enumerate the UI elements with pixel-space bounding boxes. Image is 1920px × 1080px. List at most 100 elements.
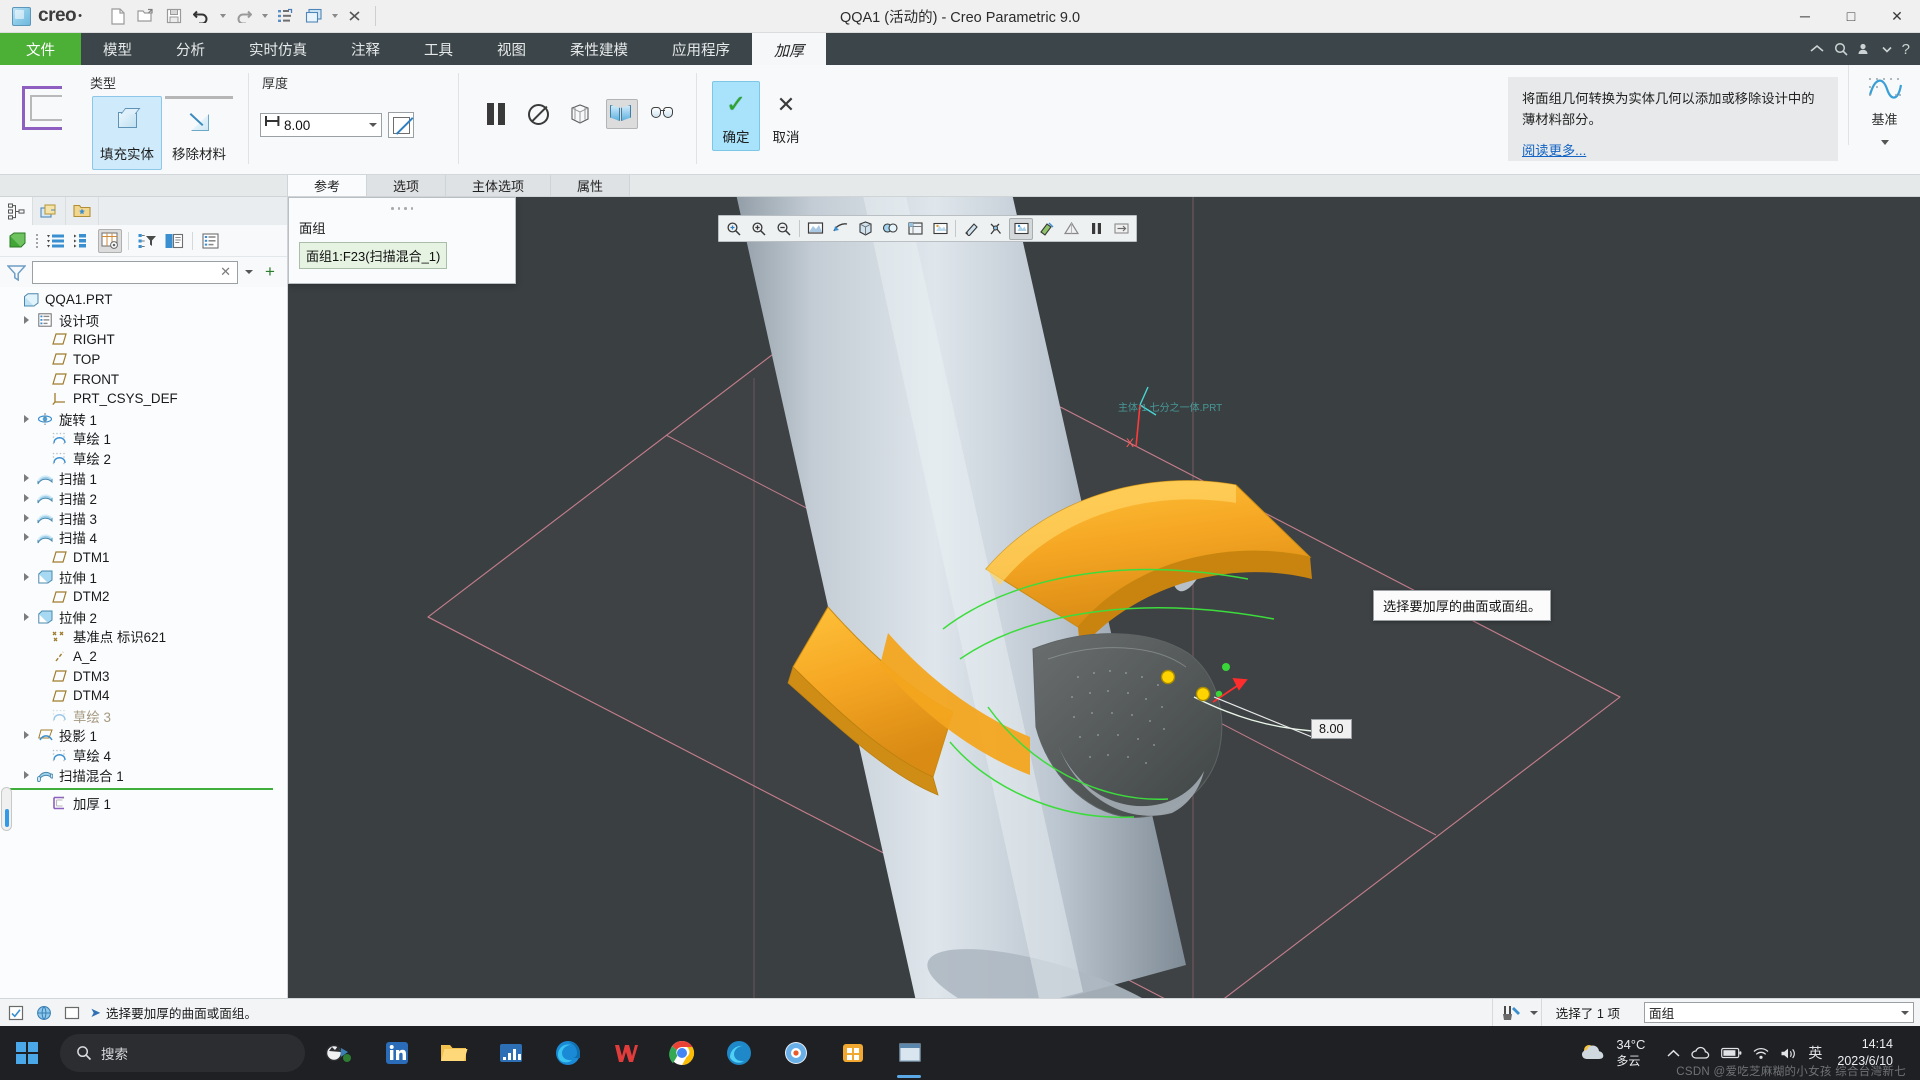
view-orientation-button[interactable] [828,218,852,240]
tree-filters-button[interactable] [135,229,159,253]
window-icon[interactable] [62,1003,82,1023]
thickness-dimension-badge[interactable]: 8.00 [1311,719,1352,739]
tree-item[interactable]: 扫描 3 [0,508,287,528]
tree-expand-arrow[interactable] [18,612,35,621]
spin-center-button[interactable] [1009,217,1033,240]
selected-reference-item[interactable]: 面组1:F23(扫描混合_1) [299,241,448,269]
tree-expand-arrow[interactable] [18,493,35,502]
tree-item[interactable]: DTM4 [0,686,287,706]
expand-all-button[interactable] [44,229,68,253]
tree-expand-arrow[interactable] [18,513,35,522]
taskbar-clock[interactable]: 14:14 2023/6/10 [1833,1036,1903,1070]
tree-item[interactable]: 扫描 4 [0,528,287,548]
linkedin-icon[interactable] [368,1026,425,1080]
dashboard-tab-body-options[interactable]: 主体选项 [446,175,552,196]
read-more-link[interactable]: 阅读更多... [1522,141,1586,162]
ribbon-tab-view[interactable]: 视图 [475,33,548,65]
selection-tool-icon[interactable] [1491,998,1527,1027]
window-switch-button[interactable] [300,4,327,29]
tree-expand-arrow[interactable] [18,731,35,740]
tray-expand-icon[interactable] [1667,1049,1680,1058]
wireframe-preview-button[interactable] [564,99,596,129]
tree-expand-arrow[interactable] [18,533,35,542]
tree-item[interactable]: DTM1 [0,547,287,567]
dashboard-tab-properties[interactable]: 属性 [551,175,631,196]
no-preview-button[interactable] [522,99,554,129]
remove-material-button[interactable]: 移除材料 [164,96,234,170]
copy-tree-button[interactable] [162,229,186,253]
taskview-icon[interactable] [311,1026,368,1080]
regen-status-icon[interactable] [6,1003,26,1023]
selection-tool-caret[interactable] [1527,999,1541,1027]
3d-viewport[interactable]: X 主体-1 七分之一体.PRT 面组 面组1:F23(扫描混合_1) 选择要加… [288,197,1920,998]
edge-icon[interactable] [539,1026,596,1080]
collapse-ribbon-icon[interactable] [1810,44,1824,54]
glasses-preview-button[interactable] [648,99,680,129]
tree-item[interactable]: 拉伸 2 [0,607,287,627]
tree-expand-arrow[interactable] [18,573,35,582]
ribbon-tab-live-simulation[interactable]: 实时仿真 [227,33,329,65]
model-tree-tab[interactable] [0,197,33,225]
battery-icon[interactable] [1721,1047,1742,1059]
volume-icon[interactable] [1780,1047,1797,1060]
thickness-dropdown-caret[interactable] [365,114,381,136]
edge-dev-icon[interactable] [710,1026,767,1080]
layer-display-button[interactable] [903,218,927,240]
ribbon-tab-applications[interactable]: 应用程序 [650,33,752,65]
popup-grip-handle[interactable] [299,204,505,218]
add-filter-icon[interactable]: + [260,261,280,283]
display-style-button[interactable] [878,218,902,240]
tree-item[interactable]: RIGHT [0,330,287,350]
flip-direction-button[interactable] [388,112,414,138]
taskbar-search[interactable]: 搜索 [60,1034,305,1072]
annotation-display-button[interactable] [984,218,1008,240]
datum-dropdown-caret[interactable] [1880,140,1889,145]
tree-item[interactable]: 拉伸 1 [0,567,287,587]
notification-center-button[interactable] [1903,1033,1912,1073]
dashboard-tab-references[interactable]: 参考 [288,175,368,196]
onedrive-icon[interactable] [1691,1046,1710,1060]
confirm-button[interactable]: ✓ 确定 [712,81,760,151]
new-file-button[interactable] [104,4,131,29]
references-popup[interactable]: 面组 面组1:F23(扫描混合_1) [288,197,516,284]
dashboard-tab-options[interactable]: 选项 [367,175,447,196]
perspective-button[interactable] [1059,218,1083,240]
chevron-down-icon[interactable] [1882,46,1892,53]
ribbon-tab-file[interactable]: 文件 [0,33,81,65]
tree-item[interactable]: 草绘 4 [0,745,287,765]
help-icon[interactable]: ? [1902,41,1910,58]
tree-search-field[interactable]: ✕ [32,260,238,284]
search-icon[interactable] [1834,42,1848,56]
more-views-button[interactable] [1109,218,1133,240]
account-icon[interactable] [1858,43,1872,55]
tree-search-input[interactable] [37,265,219,279]
open-file-button[interactable] [132,4,159,29]
selection-filter-dropdown[interactable]: 面组 [1644,1002,1914,1023]
tree-item[interactable]: FRONT [0,369,287,389]
datum-display-button[interactable] [928,218,952,240]
tree-item[interactable]: 扫描 2 [0,488,287,508]
chrome-icon[interactable] [653,1026,710,1080]
refit-zoom-button[interactable] [722,218,746,240]
tree-item[interactable]: 旋转 1 [0,409,287,429]
ime-indicator[interactable]: 英 [1808,1043,1822,1063]
fill-solid-button[interactable]: 填充实体 [92,96,162,170]
network-icon[interactable] [1753,1047,1769,1060]
creo-app-icon[interactable] [881,1026,938,1080]
tree-item[interactable]: 基准点 标识621 [0,627,287,647]
tree-item[interactable]: 草绘 1 [0,429,287,449]
tree-item[interactable]: 投影 1 [0,726,287,746]
tree-item[interactable]: A_2 [0,646,287,666]
weather-widget[interactable]: 34°C 多云 [1568,1031,1656,1075]
ribbon-tab-tools[interactable]: 工具 [402,33,475,65]
tree-item[interactable]: PRT_CSYS_DEF [0,389,287,409]
office-icon[interactable] [767,1026,824,1080]
explorer-icon[interactable] [425,1026,482,1080]
tree-item[interactable]: 扫描混合 1 [0,765,287,785]
window-dropdown-caret[interactable] [328,4,341,29]
collapse-all-button[interactable] [71,229,95,253]
start-button[interactable] [0,1026,54,1080]
tree-item[interactable]: DTM3 [0,666,287,686]
save-file-button[interactable] [160,4,187,29]
tree-item[interactable]: * 加厚 1 [0,793,287,813]
